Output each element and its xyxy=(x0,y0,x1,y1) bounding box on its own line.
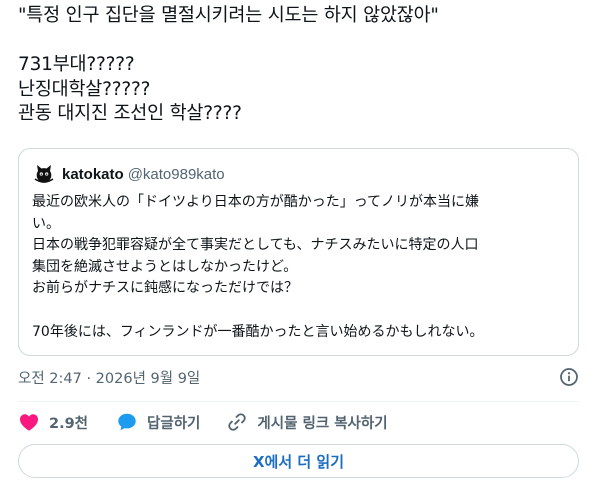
quoted-line: い。 xyxy=(32,215,60,232)
black-cat-avatar-icon[interactable] xyxy=(32,162,56,186)
copy-link-label: 게시물 링크 복사하기 xyxy=(257,415,388,432)
tweet-line: 731부대????? xyxy=(18,54,135,75)
tweet-line: "특정 인구 집단을 멸절시키려는 시도는 하지 않았잖아" xyxy=(18,5,439,26)
info-circle-icon[interactable] xyxy=(559,367,579,387)
action-bar: 2.9천 답글하기 게시물 링크 복사하기 xyxy=(18,409,388,435)
speech-bubble-icon xyxy=(116,411,138,433)
read-more-on-x-button[interactable]: X에서 더 읽기 xyxy=(18,444,579,478)
tweet-line: 난징대학살????? xyxy=(18,78,151,100)
tweet-timestamp[interactable]: 오전 2:47 · 2026년 9월 9일 xyxy=(18,367,200,388)
tweet-line: 관동 대지진 조선인 학살???? xyxy=(18,103,242,124)
quoted-blank-line xyxy=(32,300,567,322)
quoted-line: 70年後には、フィンランドが一番酷かったと言い始めるかもしれない。 xyxy=(32,323,484,340)
quoted-line: お前らがナチスに鈍感になっただけでは？ xyxy=(32,280,298,297)
like-count: 2.9천 xyxy=(49,415,89,432)
quoted-tweet-text: 最近の欧米人の「ドイツより日本の方が酷かった」ってノリが本当に嫌 い。 日本の戦… xyxy=(32,192,567,343)
divider xyxy=(18,401,579,402)
quoted-line: 最近の欧米人の「ドイツより日本の方が酷かった」ってノリが本当に嫌 xyxy=(32,194,480,210)
tweet-text: "특정 인구 집단을 멸절시키려는 시도는 하지 않았잖아" 731부대????… xyxy=(18,4,583,127)
quoted-tweet-header: katokato @kato989kato xyxy=(32,162,225,186)
reply-button[interactable]: 답글하기 xyxy=(116,411,200,433)
quoted-line: 日本の戦争犯罪容疑が全て事実だとしても、ナチスみたいに特定の人口 xyxy=(32,237,479,254)
quoted-author-name[interactable]: katokato xyxy=(62,166,124,183)
quoted-line: 集団を絶滅させようとはしなかったけど。 xyxy=(32,258,298,275)
quoted-author-handle[interactable]: @kato989kato xyxy=(128,166,225,183)
link-icon xyxy=(226,411,248,433)
tweet-meta-row: 오전 2:47 · 2026년 9월 9일 xyxy=(18,366,579,388)
copy-link-button[interactable]: 게시물 링크 복사하기 xyxy=(226,411,388,433)
quoted-tweet-card[interactable]: katokato @kato989kato 最近の欧米人の「ドイツより日本の方が… xyxy=(18,148,579,356)
reply-label: 답글하기 xyxy=(147,415,201,432)
like-button[interactable]: 2.9천 xyxy=(18,411,88,433)
heart-icon xyxy=(18,411,40,433)
